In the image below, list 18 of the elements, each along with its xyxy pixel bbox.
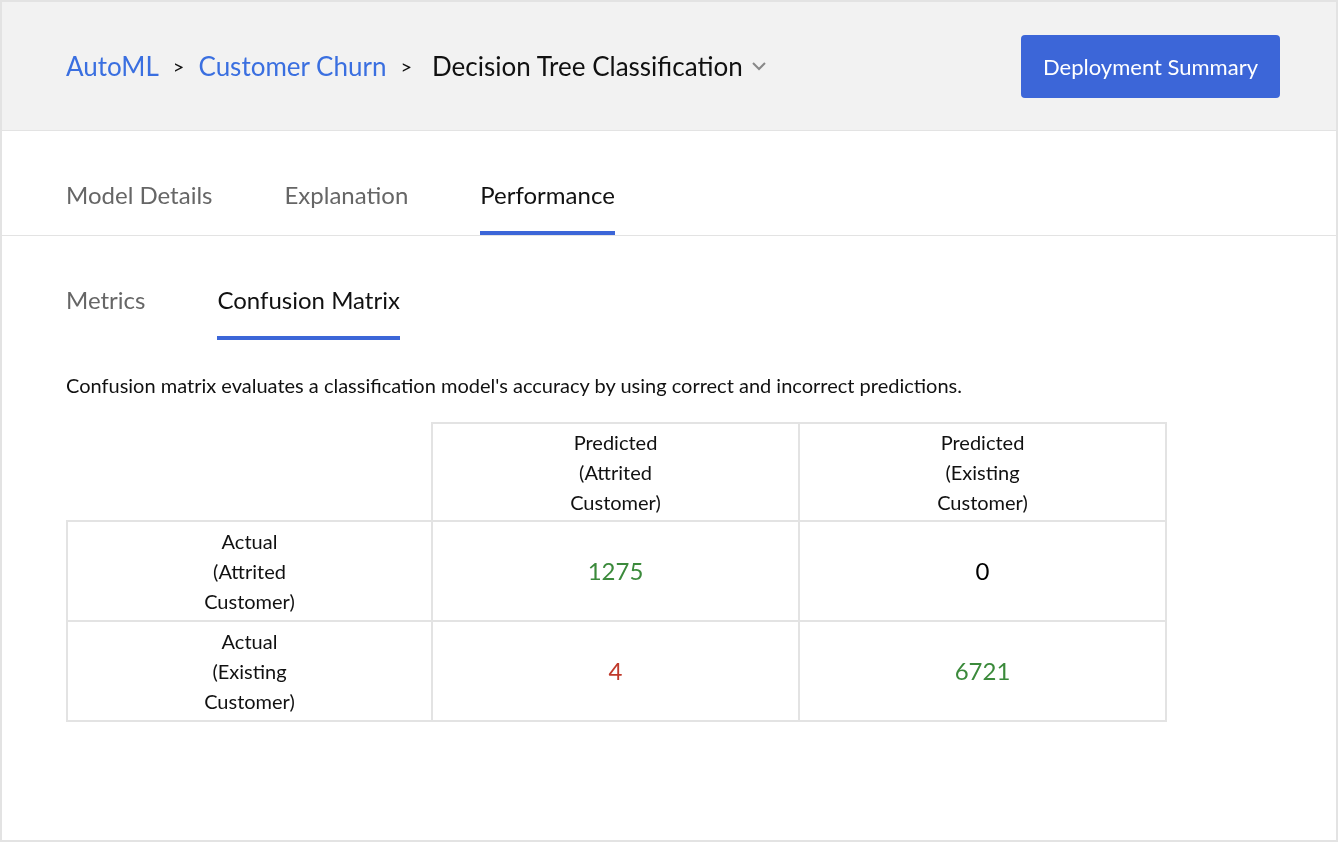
chevron-down-icon[interactable] xyxy=(750,61,767,71)
subtab[interactable]: Metrics xyxy=(66,282,146,340)
column-header: Predicted (Attrited Customer) xyxy=(431,422,800,522)
row-header: Actual (Attrited Customer) xyxy=(66,520,433,622)
row-header: Actual (Existing Customer) xyxy=(66,620,433,722)
breadcrumb-current: Decision Tree Classification xyxy=(432,48,743,84)
tab[interactable]: Model Details xyxy=(66,177,213,235)
breadcrumb-link[interactable]: AutoML xyxy=(66,46,159,86)
tab[interactable]: Performance xyxy=(480,177,615,235)
breadcrumb-separator: > xyxy=(172,53,185,80)
deployment-summary-button[interactable]: Deployment Summary xyxy=(1021,34,1280,98)
breadcrumb-link[interactable]: Customer Churn xyxy=(198,46,387,86)
description-text: Confusion matrix evaluates a classification model's accuracy by using correct and incorrect predictions. xyxy=(65,372,963,399)
column-header: Predicted (Existing Customer) xyxy=(798,422,1167,522)
breadcrumb-separator: > xyxy=(400,53,413,80)
subtab[interactable]: Confusion Matrix xyxy=(217,282,400,340)
tab[interactable]: Explanation xyxy=(284,177,409,235)
table-cell: 6721 xyxy=(798,620,1167,722)
